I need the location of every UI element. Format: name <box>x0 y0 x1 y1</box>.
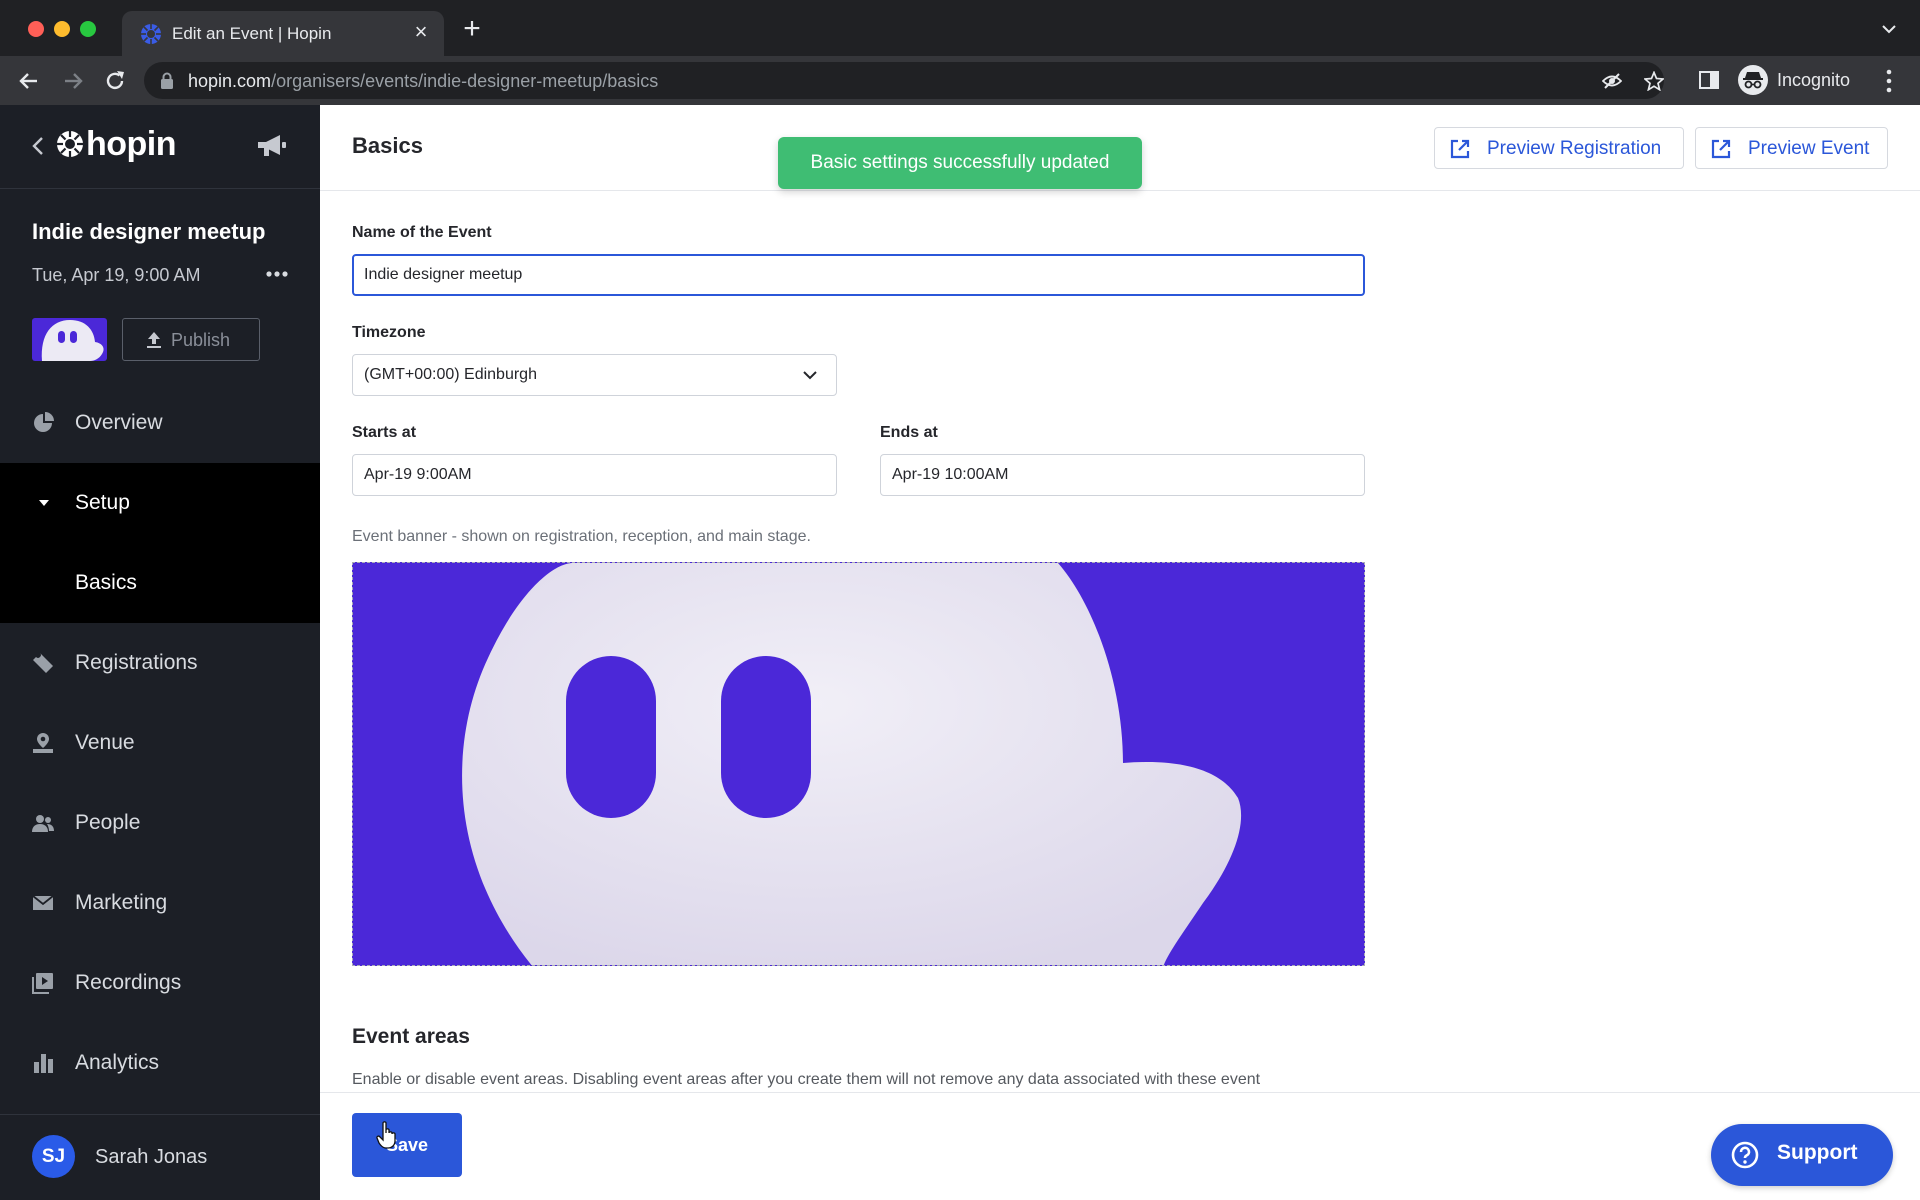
sidebar-item-label: Setup <box>75 491 130 514</box>
sidebar-item-recordings[interactable]: Recordings <box>0 943 320 1023</box>
url-host: hopin.com <box>188 71 272 91</box>
sidebar-item-label: Recordings <box>75 971 182 994</box>
maximize-window-button[interactable] <box>80 21 96 37</box>
address-bar[interactable]: hopin.com/organisers/events/indie-design… <box>144 62 1664 99</box>
timezone-value: (GMT+00:00) Edinburgh <box>364 366 537 383</box>
event-name-label: Name of the Event <box>352 224 492 241</box>
publish-button[interactable]: Publish <box>122 318 260 361</box>
incognito-label[interactable]: Incognito <box>1777 70 1850 91</box>
sidebar-item-label: Analytics <box>75 1051 160 1074</box>
reload-icon[interactable] <box>102 68 128 94</box>
tab-close-icon[interactable]: × <box>410 21 432 43</box>
star-icon[interactable] <box>1644 71 1664 91</box>
tab-search-chevron-icon[interactable] <box>1880 20 1898 38</box>
sidebar-item-label: Marketing <box>75 891 168 914</box>
timezone-select[interactable]: (GMT+00:00) Edinburgh <box>352 354 837 396</box>
event-areas-title: Event areas <box>352 1025 470 1048</box>
starts-at-label: Starts at <box>352 424 417 441</box>
success-toast: Basic settings successfully updated <box>778 137 1142 189</box>
page-title: Basics <box>352 133 423 158</box>
banner-mascot-image <box>353 563 1364 965</box>
megaphone-icon[interactable] <box>256 133 288 159</box>
sidebar-divider <box>0 188 320 189</box>
people-icon <box>32 815 54 832</box>
sidebar-item-people[interactable]: People <box>0 783 320 863</box>
hopin-logo-text[interactable]: hopin <box>86 125 177 164</box>
main-content: Basics Preview Registration Preview Even… <box>320 105 1920 1200</box>
sidebar: hopin Indie designer meetup Tue, Apr 19,… <box>0 105 320 1200</box>
back-arrow-icon[interactable] <box>16 68 42 94</box>
starts-at-input[interactable]: Apr-19 9:00AM <box>352 454 837 496</box>
pie-chart-icon <box>34 412 54 432</box>
preview-event-label: Preview Event <box>1748 138 1870 159</box>
event-areas-description: Enable or disable event areas. Disabling… <box>352 1071 1261 1088</box>
more-dots-icon[interactable] <box>265 268 289 280</box>
avatar[interactable]: SJ <box>32 1135 75 1178</box>
sidebar-item-label: Overview <box>75 411 163 434</box>
event-banner-upload[interactable] <box>352 562 1365 966</box>
timezone-label: Timezone <box>352 324 426 341</box>
sidebar-divider <box>0 1114 320 1115</box>
sidebar-item-analytics[interactable]: Analytics <box>0 1023 320 1103</box>
url-text[interactable]: hopin.com/organisers/events/indie-design… <box>188 71 658 92</box>
event-name-input[interactable]: Indie designer meetup <box>352 254 1365 296</box>
sidebar-item-setup[interactable]: Setup <box>0 463 320 543</box>
ends-at-label: Ends at <box>880 424 938 441</box>
upload-icon <box>147 332 161 348</box>
ends-at-input[interactable]: Apr-19 10:00AM <box>880 454 1365 496</box>
external-link-icon <box>1711 139 1731 159</box>
eye-off-icon[interactable] <box>1602 71 1622 91</box>
close-window-button[interactable] <box>28 21 44 37</box>
preview-registration-label: Preview Registration <box>1487 138 1662 159</box>
tab-title: Edit an Event | Hopin <box>172 24 332 43</box>
preview-registration-button[interactable]: Preview Registration <box>1434 127 1684 169</box>
incognito-icon[interactable] <box>1738 65 1768 95</box>
sidebar-item-label: Basics <box>75 571 137 594</box>
preview-event-button[interactable]: Preview Event <box>1695 127 1888 169</box>
sidebar-item-label: People <box>75 811 141 834</box>
external-link-icon <box>1450 139 1470 159</box>
lock-icon[interactable] <box>160 72 174 89</box>
footer-bar: Save Support <box>320 1092 1920 1200</box>
browser-tab-bar: Edit an Event | Hopin × + <box>0 0 1920 56</box>
event-name: Indie designer meetup <box>32 219 266 244</box>
sidebar-item-label: Venue <box>75 731 135 754</box>
ticket-icon <box>33 653 53 673</box>
sidebar-item-venue[interactable]: Venue <box>0 703 320 783</box>
sidebar-item-registrations[interactable]: Registrations <box>0 623 320 703</box>
new-tab-button[interactable]: + <box>458 14 486 44</box>
back-chevron-icon[interactable] <box>30 135 46 157</box>
browser-tab[interactable]: Edit an Event | Hopin × <box>122 11 444 56</box>
sidebar-item-overview[interactable]: Overview <box>0 383 320 463</box>
support-button[interactable]: Support <box>1711 1124 1893 1186</box>
hand-pointer-cursor-icon <box>376 1121 396 1149</box>
bar-chart-icon <box>34 1054 53 1073</box>
hopin-favicon-icon <box>141 24 161 44</box>
support-label: Support <box>1777 1141 1858 1164</box>
forward-arrow-icon[interactable] <box>60 68 86 94</box>
sidepanel-icon[interactable] <box>1698 69 1720 91</box>
publish-label: Publish <box>171 330 231 350</box>
save-button[interactable]: Save <box>352 1113 462 1177</box>
minimize-window-button[interactable] <box>54 21 70 37</box>
event-date: Tue, Apr 19, 9:00 AM <box>32 265 201 285</box>
url-path: /organisers/events/indie-designer-meetup… <box>271 71 659 91</box>
user-name[interactable]: Sarah Jonas <box>95 1146 207 1169</box>
help-icon <box>1731 1141 1759 1169</box>
venue-icon <box>33 733 53 753</box>
hopin-logo-icon[interactable] <box>56 127 84 161</box>
mail-icon <box>32 895 54 910</box>
sidebar-item-marketing[interactable]: Marketing <box>0 863 320 943</box>
caret-down-icon <box>39 500 49 506</box>
recordings-icon <box>32 973 53 994</box>
banner-hint: Event banner - shown on registration, re… <box>352 528 811 545</box>
chevron-down-icon <box>803 371 817 380</box>
sidebar-item-basics[interactable]: Basics <box>0 543 320 623</box>
browser-menu-kebab-icon[interactable] <box>1884 68 1894 94</box>
browser-toolbar: hopin.com/organisers/events/indie-design… <box>0 56 1920 105</box>
sidebar-setup-group: Setup Basics <box>0 463 320 623</box>
event-thumbnail[interactable] <box>32 318 107 361</box>
sidebar-item-label: Registrations <box>75 651 198 674</box>
